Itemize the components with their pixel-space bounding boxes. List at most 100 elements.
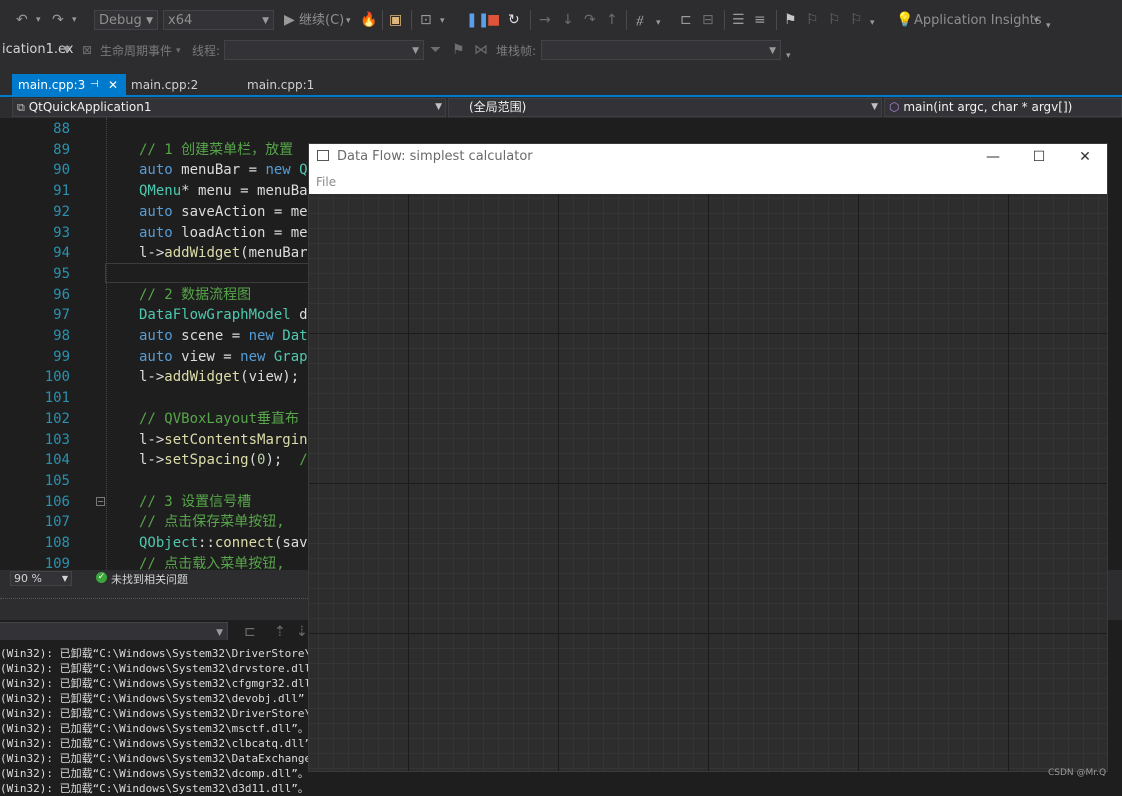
browser-dropdown-icon[interactable]: ▾ <box>440 13 445 29</box>
config-select[interactable]: Debug ▼ <box>94 10 158 30</box>
line-number: 102 <box>44 410 70 427</box>
code-token: connect <box>214 535 274 551</box>
code-token: new <box>265 162 291 179</box>
browser-icon[interactable]: ⊡ <box>420 12 432 28</box>
hex-dropdown-icon[interactable]: ▾ <box>656 15 661 31</box>
tab-main-cpp-1[interactable]: main.cpp:1 <box>241 74 351 96</box>
step-into-icon[interactable]: ↓ <box>562 12 574 28</box>
bookmark-icon[interactable]: ⚑ <box>784 12 797 28</box>
tab-main-cpp-2[interactable]: main.cpp:2 <box>125 74 235 96</box>
step-over-icon[interactable]: ↷ <box>584 12 596 28</box>
thread-select[interactable]: ▼ <box>224 40 424 60</box>
output-line: (Win32): 已卸载“C:\Windows\System32\devobj.… <box>0 692 305 705</box>
check-icon: ✓ <box>96 572 107 583</box>
maximize-button[interactable]: ☐ <box>1016 145 1062 169</box>
project-select[interactable]: ⧉ QtQuickApplication1 ▼ <box>12 98 446 117</box>
code-token: addWidget <box>164 369 241 386</box>
code-line: // 3 设置信号槽 <box>139 492 251 513</box>
step-out-icon[interactable]: ↑ <box>606 12 618 28</box>
toolbar-separator <box>411 10 412 30</box>
toolbar-separator <box>382 10 383 30</box>
show-next-statement-icon[interactable]: → <box>539 12 551 28</box>
flag-thread-icon[interactable]: ⚑ <box>452 42 465 58</box>
panel-splitter[interactable] <box>0 598 308 600</box>
code-token: auto <box>139 348 173 365</box>
stack-frame-select[interactable]: ▼ <box>541 40 781 60</box>
stop-icon[interactable]: ■ <box>487 12 500 28</box>
code-token: setContentsMargin <box>164 431 308 448</box>
code-line: l->addWidget(view); <box>139 367 299 388</box>
code-line: auto loadAction = me <box>139 223 308 244</box>
prev-bookmark-icon[interactable]: ⚐ <box>806 12 819 28</box>
toolbar-overflow-icon[interactable]: ▾ <box>1046 18 1051 34</box>
close-icon[interactable]: ✕ <box>108 74 118 96</box>
code-token: view = <box>172 348 241 365</box>
find-message-icon[interactable]: ⊏ <box>244 624 256 640</box>
open-folder-icon[interactable]: ▣ <box>389 12 402 28</box>
menu-file[interactable]: File <box>316 175 336 189</box>
code-token: QMenu <box>139 183 182 200</box>
clear-bookmarks-icon[interactable]: ⚐ <box>850 12 863 28</box>
next-bookmark-icon[interactable]: ⚐ <box>828 12 841 28</box>
tab-label: main.cpp:3 <box>18 78 86 92</box>
code-line: l->setContentsMargin <box>139 430 308 451</box>
code-line: // 点击保存菜单按钮, <box>139 512 285 533</box>
scope-select[interactable]: (全局范围) ▼ <box>448 98 882 117</box>
show-flagged-icon[interactable]: ⋈ <box>474 42 488 58</box>
code-token: QObject <box>139 535 199 551</box>
redo-icon[interactable]: ↷ <box>52 12 64 28</box>
line-number: 106 <box>44 493 70 510</box>
undo-dropdown-icon[interactable]: ▾ <box>36 12 41 28</box>
output-source-select[interactable]: ▼ <box>0 622 228 642</box>
filter-icon[interactable]: ⏷ <box>430 42 441 58</box>
line-number: 98 <box>53 328 70 344</box>
app-insights-dropdown-icon[interactable]: ▾ <box>1034 13 1039 29</box>
align-icon[interactable]: ☰ <box>732 12 745 28</box>
undo-icon[interactable]: ↶ <box>16 12 28 28</box>
application-insights-button[interactable]: Application Insights <box>914 13 1042 29</box>
lifecycle-dropdown-icon[interactable]: ▾ <box>176 43 181 59</box>
code-token: setSpacing <box>164 452 249 469</box>
continue-button[interactable]: 继续(C) <box>299 13 344 29</box>
output-line: (Win32): 已卸载“C:\Windows\System32\drvstor… <box>0 662 318 675</box>
prev-message-icon[interactable]: ⇡ <box>274 624 286 640</box>
pause-icon[interactable]: ❚❚ <box>466 12 489 28</box>
code-token: // QVBoxLayout垂直布 <box>139 410 300 427</box>
layout-icon[interactable]: ⊟ <box>702 12 714 28</box>
close-button[interactable]: ✕ <box>1062 145 1108 169</box>
redo-dropdown-icon[interactable]: ▾ <box>72 12 77 28</box>
pin-icon[interactable]: ⊣ <box>90 74 99 96</box>
minimize-button[interactable]: — <box>970 145 1016 169</box>
collapse-icon[interactable]: − <box>96 497 105 506</box>
platform-select[interactable]: x64 ▼ <box>163 10 274 30</box>
chevron-down-icon: ▼ <box>61 574 68 583</box>
threads-icon[interactable]: ⊏ <box>680 12 692 28</box>
restart-icon[interactable]: ↻ <box>508 12 520 28</box>
code-line: // 2 数据流程图 <box>139 285 251 306</box>
member-select[interactable]: ⬡ main(int argc, char * argv[]) <box>884 98 1122 117</box>
lightbulb-icon: 💡 <box>896 12 914 28</box>
chevron-down-icon: ▼ <box>63 45 70 55</box>
tab-main-cpp-3[interactable]: main.cpp:3 ⊣ ✕ <box>12 74 126 96</box>
hot-reload-icon[interactable]: 🔥 <box>360 12 377 28</box>
line-number: 97 <box>53 307 70 324</box>
code-token: loadAction = me <box>172 224 308 241</box>
issues-status[interactable]: 未找到相关问题 <box>111 571 188 587</box>
flow-graph-canvas[interactable] <box>309 194 1107 771</box>
process-select[interactable]: ication1.ex ▼ <box>0 40 74 60</box>
toolbar-separator <box>626 10 627 30</box>
bookmark-dropdown-icon[interactable]: ▾ <box>870 15 875 31</box>
continue-dropdown-icon[interactable]: ▾ <box>346 13 351 29</box>
lifecycle-events-label[interactable]: 生命周期事件 <box>100 43 172 59</box>
zoom-select[interactable]: 90 % ▼ <box>10 571 72 586</box>
toolbar-overflow-icon[interactable]: ▾ <box>786 48 791 64</box>
comment-icon[interactable]: ≡ <box>754 12 766 28</box>
hex-display-icon[interactable]: ⧣ <box>636 12 644 28</box>
output-line: (Win32): 已卸载“C:\Windows\System32\DriverS… <box>0 707 332 720</box>
project-icon: ⧉ <box>17 101 25 114</box>
watermark: CSDN @Mr.Q <box>1048 768 1107 778</box>
tab-label: main.cpp:1 <box>247 78 315 92</box>
next-message-icon[interactable]: ⇣ <box>296 624 308 640</box>
window-menu-bar: File <box>309 170 1107 194</box>
lifecycle-icon: ⊠ <box>82 43 93 57</box>
